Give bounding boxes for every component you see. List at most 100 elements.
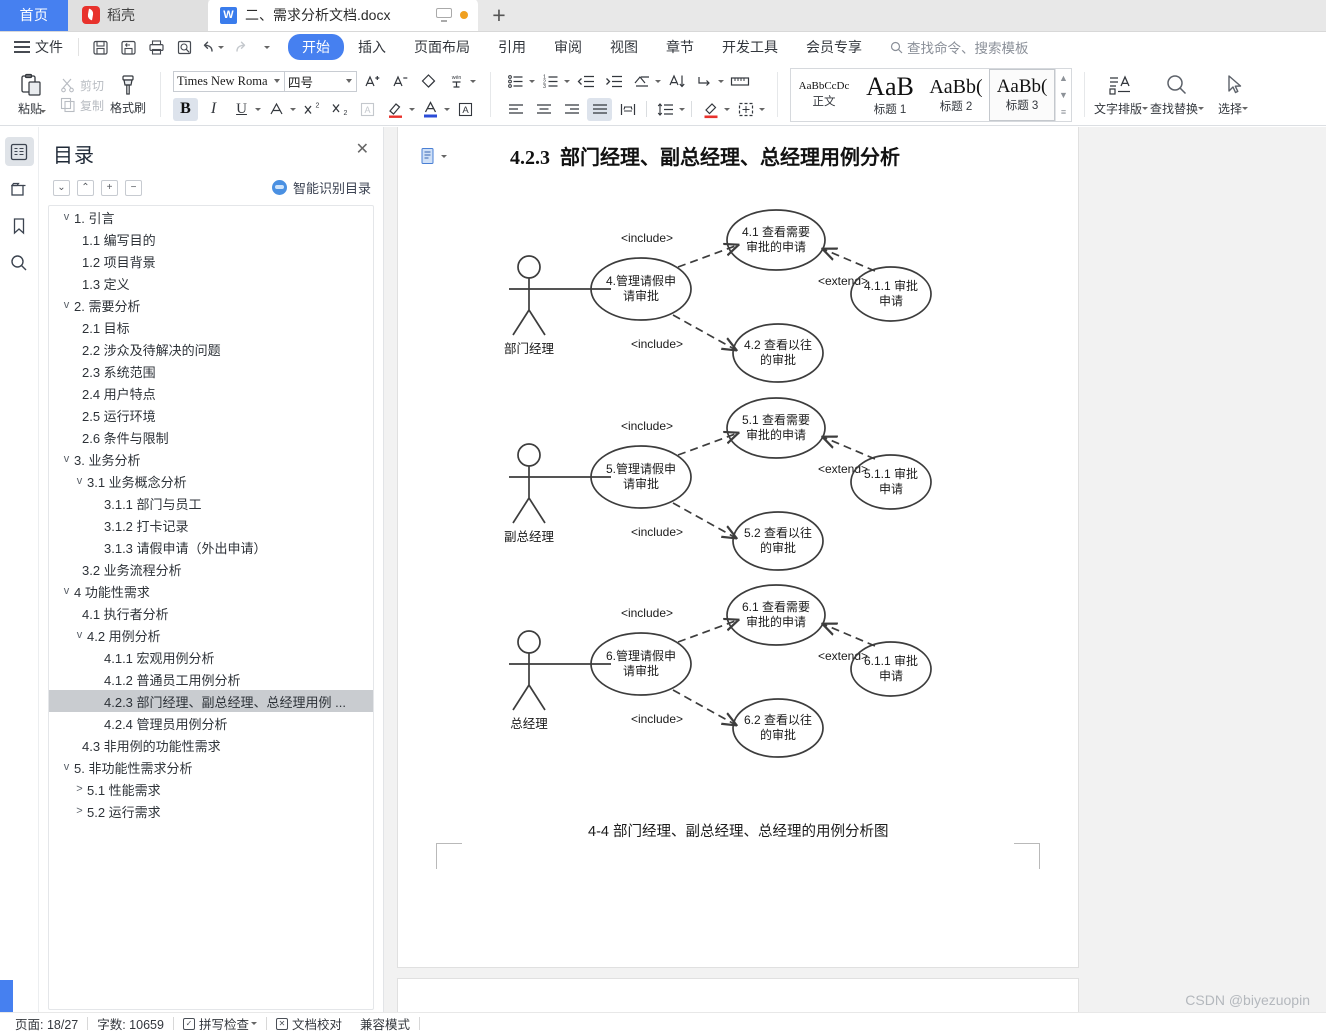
- document-page[interactable]: 4.2.3 部门经理、副总经理、总经理用例分析 部门经理 4.管理请假申 请审批…: [398, 127, 1078, 967]
- page-indicator[interactable]: 页面: 18/27: [6, 1014, 87, 1033]
- grow-font-icon[interactable]: [360, 70, 385, 93]
- show-marks-icon[interactable]: [692, 70, 717, 93]
- outline-item[interactable]: 2.3 系统范围: [49, 360, 373, 382]
- close-icon[interactable]: ✕: [356, 142, 369, 158]
- outline-item[interactable]: 4.1 执行者分析: [49, 602, 373, 624]
- strikethrough-icon[interactable]: [264, 98, 289, 121]
- find-replace-button[interactable]: 查找替换: [1149, 73, 1205, 117]
- ribbon-tab-review[interactable]: 审阅: [540, 34, 596, 60]
- align-left-icon[interactable]: [503, 98, 528, 121]
- underline-icon[interactable]: U: [229, 98, 254, 121]
- cut-button[interactable]: 剪切: [60, 77, 104, 94]
- font-color-icon[interactable]: [418, 98, 443, 121]
- rail-search-button[interactable]: [5, 248, 34, 277]
- outline-item[interactable]: 2.6 条件与限制: [49, 426, 373, 448]
- uml-use-case-diagram[interactable]: 部门经理 4.管理请假申 请审批 <include> 4.1 查看需要 审批的申…: [493, 205, 933, 805]
- clear-format-icon[interactable]: [416, 70, 441, 93]
- align-right-icon[interactable]: [559, 98, 584, 121]
- outline-item[interactable]: 3.1.1 部门与员工: [49, 492, 373, 514]
- ribbon-tab-member[interactable]: 会员专享: [792, 34, 876, 60]
- font-family-input[interactable]: Times New Roma: [173, 70, 286, 92]
- style-item-body[interactable]: AaBbCcDc 正文: [791, 69, 857, 121]
- outline-item[interactable]: v4 功能性需求: [49, 580, 373, 602]
- outline-item[interactable]: 3.2 业务流程分析: [49, 558, 373, 580]
- ribbon-tab-insert[interactable]: 插入: [344, 34, 400, 60]
- presentation-mode-icon[interactable]: [436, 8, 452, 22]
- twisty-icon[interactable]: v: [59, 299, 74, 311]
- paste-button[interactable]: 粘贴: [6, 73, 58, 117]
- chevron-down-icon[interactable]: [441, 155, 447, 158]
- distributed-align-icon[interactable]: [615, 98, 640, 121]
- print-icon[interactable]: [142, 35, 170, 59]
- outline-item[interactable]: 2.1 目标: [49, 316, 373, 338]
- save-as-icon[interactable]: [114, 35, 142, 59]
- twisty-icon[interactable]: v: [59, 761, 74, 773]
- scroll-up-icon[interactable]: ▲: [1059, 73, 1068, 83]
- word-count[interactable]: 字数: 10659: [88, 1014, 173, 1033]
- subscript-icon[interactable]: 2: [327, 98, 352, 121]
- line-spacing-icon[interactable]: [653, 98, 678, 121]
- outline-item[interactable]: 3.1.3 请假申请（外出申请）: [49, 536, 373, 558]
- twisty-icon[interactable]: v: [59, 211, 74, 223]
- numbered-list-icon[interactable]: 123: [538, 70, 563, 93]
- char-shading-icon[interactable]: A: [453, 98, 478, 121]
- twisty-icon[interactable]: v: [59, 453, 74, 465]
- outline-item[interactable]: >5.2 运行需求: [49, 800, 373, 822]
- scroll-down-icon[interactable]: ▼: [1059, 90, 1068, 100]
- outline-item[interactable]: v 3.1 业务概念分析: [49, 470, 373, 492]
- twisty-icon[interactable]: v: [59, 585, 74, 597]
- heading-anchor[interactable]: [420, 147, 447, 166]
- collapse-down-icon[interactable]: ⌄: [53, 179, 70, 196]
- align-center-icon[interactable]: [531, 98, 556, 121]
- outline-item[interactable]: v 1. 引言: [49, 206, 373, 228]
- customize-quick-access-icon[interactable]: [254, 35, 282, 59]
- styles-gallery-scroll[interactable]: ▲ ▼ ≡: [1055, 69, 1071, 121]
- style-item-heading2[interactable]: AaBb( 标题 2: [923, 69, 989, 121]
- outline-item[interactable]: 4.2.4 管理员用例分析: [49, 712, 373, 734]
- save-icon[interactable]: [86, 35, 114, 59]
- tab-document[interactable]: W 二、需求分析文档.docx: [208, 0, 478, 31]
- select-button[interactable]: 选择: [1205, 73, 1261, 117]
- redo-icon[interactable]: [226, 35, 254, 59]
- outline-item[interactable]: 4.1.1 宏观用例分析: [49, 646, 373, 668]
- command-search[interactable]: 查找命令、搜索模板: [890, 37, 1029, 57]
- outline-item[interactable]: 1.1 编写目的: [49, 228, 373, 250]
- outline-item[interactable]: 2.2 涉众及待解决的问题: [49, 338, 373, 360]
- ribbon-tab-start[interactable]: 开始: [288, 34, 344, 60]
- text-layout-button[interactable]: 文字排版: [1093, 73, 1149, 117]
- chevron-down-icon[interactable]: [346, 79, 353, 83]
- ribbon-tab-references[interactable]: 引用: [484, 34, 540, 60]
- smart-outline-button[interactable]: 智能识别目录: [271, 178, 371, 197]
- format-painter-button[interactable]: 格式刷: [104, 74, 152, 116]
- char-border-icon[interactable]: A: [355, 98, 380, 121]
- shading-icon[interactable]: [698, 98, 723, 121]
- outline-item[interactable]: 4.3 非用例的功能性需求: [49, 734, 373, 756]
- highlight-icon[interactable]: [383, 98, 408, 121]
- ruler-icon[interactable]: [727, 70, 752, 93]
- new-tab-button[interactable]: +: [478, 0, 520, 31]
- ribbon-tab-view[interactable]: 视图: [596, 34, 652, 60]
- ribbon-tab-section[interactable]: 章节: [652, 34, 708, 60]
- borders-icon[interactable]: [733, 98, 758, 121]
- heading-style-icon[interactable]: [420, 147, 437, 166]
- outline-item[interactable]: 3.1.2 打卡记录: [49, 514, 373, 536]
- decrease-indent-icon[interactable]: [573, 70, 598, 93]
- spellcheck-button[interactable]: ✓ 拼写检查: [174, 1014, 266, 1033]
- ribbon-tab-page-layout[interactable]: 页面布局: [400, 34, 484, 60]
- outline-item[interactable]: v 5. 非功能性需求分析: [49, 756, 373, 778]
- undo-dropdown-icon[interactable]: [217, 45, 224, 49]
- expand-all-icon[interactable]: +: [101, 179, 118, 196]
- bold-icon[interactable]: B: [173, 97, 199, 121]
- rail-outline-button[interactable]: [4, 137, 34, 166]
- collapse-up-icon[interactable]: ⌃: [77, 179, 94, 196]
- proofread-button[interactable]: ✕ 文档校对: [267, 1014, 351, 1033]
- style-item-heading3[interactable]: AaBb( 标题 3: [989, 69, 1056, 121]
- file-menu-button[interactable]: 文件: [35, 37, 71, 57]
- outline-item[interactable]: 2.4 用户特点: [49, 382, 373, 404]
- outline-item[interactable]: 2.5 运行环境: [49, 404, 373, 426]
- shrink-font-icon[interactable]: [388, 70, 413, 93]
- styles-more-icon[interactable]: ≡: [1061, 107, 1066, 117]
- outline-item[interactable]: v 2. 需要分析: [49, 294, 373, 316]
- sort-icon[interactable]: [664, 70, 689, 93]
- outline-item[interactable]: v 4.2 用例分析: [49, 624, 373, 646]
